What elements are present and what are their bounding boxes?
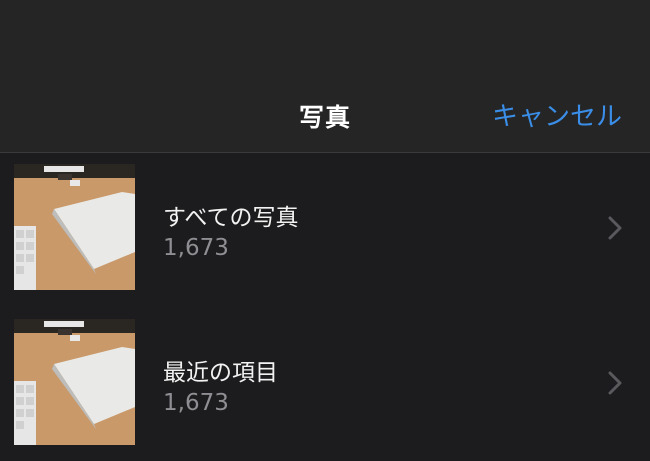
album-name: すべての写真 bbox=[163, 205, 299, 231]
album-name: 最近の項目 bbox=[163, 360, 278, 386]
cancel-button[interactable]: キャンセル bbox=[492, 96, 622, 133]
album-list: すべての写真 1,673 最近の項目 1,673 bbox=[0, 153, 650, 461]
chevron-right-icon bbox=[608, 371, 622, 395]
album-row-recents[interactable]: 最近の項目 1,673 bbox=[0, 308, 650, 461]
navigation-bar: 写真 キャンセル bbox=[0, 76, 650, 153]
chevron-right-icon bbox=[608, 216, 622, 240]
album-count: 1,673 bbox=[163, 235, 229, 261]
album-thumbnail bbox=[14, 319, 135, 445]
album-thumbnail bbox=[14, 164, 135, 290]
album-count: 1,673 bbox=[163, 390, 229, 416]
photo-picker-screen: 写真 キャンセル すべての写真 1,673 最近の項目 1,673 bbox=[0, 0, 650, 461]
status-bar-area bbox=[0, 0, 650, 76]
album-row-all-photos[interactable]: すべての写真 1,673 bbox=[0, 153, 650, 308]
